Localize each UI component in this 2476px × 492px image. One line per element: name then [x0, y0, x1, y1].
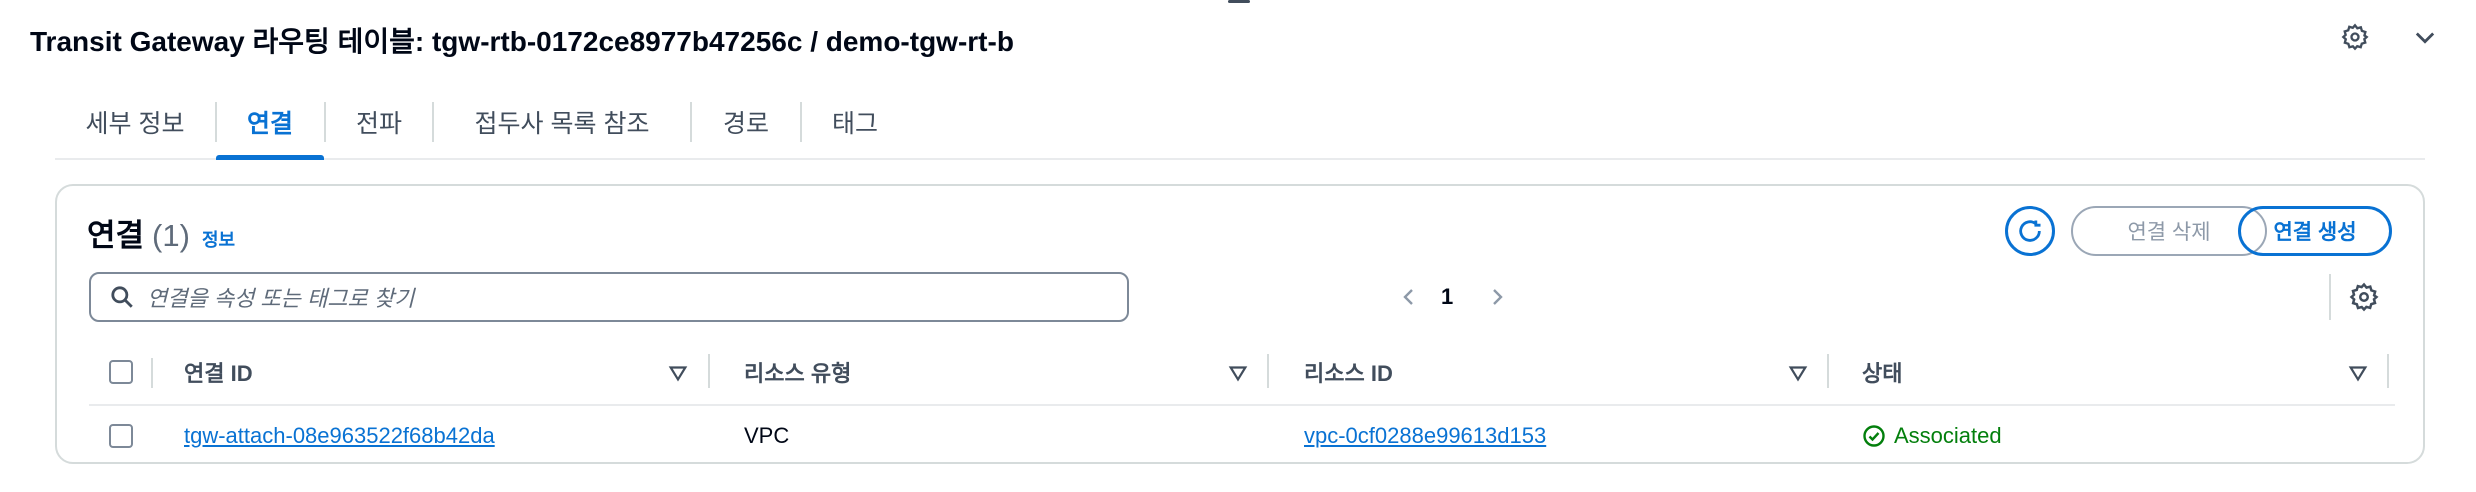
info-link[interactable]: 정보 [202, 230, 235, 250]
sort-icon[interactable] [667, 362, 689, 384]
sort-icon[interactable] [1227, 362, 1249, 384]
column-header-resource-type[interactable]: 리소스 유형 [744, 340, 851, 404]
chevron-right-icon[interactable] [1485, 285, 1509, 309]
table-settings-icon[interactable] [2349, 282, 2379, 312]
table-header: 연결 ID 리소스 유형 리소스 ID 상태 [89, 340, 2395, 406]
search-field[interactable]: 연결을 속성 또는 태그로 찾기 [89, 272, 1129, 322]
refresh-icon [2019, 220, 2041, 242]
create-attachment-button[interactable]: 연결 생성 [2238, 206, 2392, 256]
table-row[interactable]: tgw-attach-08e963522f68b42da VPC vpc-0cf… [89, 406, 2395, 466]
tab-details[interactable]: 세부 정보 [55, 86, 215, 158]
item-count: (1) [152, 218, 190, 253]
status-success-icon [1863, 425, 1885, 447]
search-input[interactable]: 연결을 속성 또는 태그로 찾기 [147, 281, 414, 313]
settings-icon[interactable] [2338, 20, 2372, 54]
tab-tags[interactable]: 태그 [802, 86, 908, 158]
status-cell: Associated [1862, 406, 2002, 466]
tab-bar: 세부 정보 연결 전파 접두사 목록 참조 경로 태그 [55, 86, 2425, 160]
tab-attachments[interactable]: 연결 [216, 86, 324, 160]
tab-propagations[interactable]: 전파 [326, 86, 432, 158]
panel-title-text: 연결 [87, 218, 145, 253]
row-checkbox[interactable] [109, 424, 133, 448]
tab-routes[interactable]: 경로 [692, 86, 800, 158]
column-divider [2387, 354, 2389, 388]
sort-icon[interactable] [1787, 362, 1809, 384]
tab-prefix-list-references[interactable]: 접두사 목록 참조 [434, 86, 690, 158]
panel-title: 연결 (1) 정보 [87, 210, 235, 255]
column-divider [1827, 354, 1829, 388]
attachments-panel: 연결 (1) 정보 연결 삭제 연결 생성 연결을 속성 또는 태그로 찾기 1 연… [55, 184, 2425, 464]
resource-type-cell: VPC [744, 423, 790, 448]
refresh-button[interactable] [2005, 206, 2055, 256]
select-all-checkbox[interactable] [109, 360, 133, 384]
column-divider [708, 354, 710, 388]
column-header-attachment-id[interactable]: 연결 ID [184, 340, 253, 404]
chevron-left-icon[interactable] [1397, 285, 1421, 309]
column-header-resource-id[interactable]: 리소스 ID [1304, 340, 1393, 404]
attachment-id-link[interactable]: tgw-attach-08e963522f68b42da [184, 423, 495, 449]
header: Transit Gateway 라우팅 테이블: tgw-rtb-0172ce8… [30, 0, 2450, 76]
pager-divider [2329, 274, 2331, 320]
search-icon [111, 286, 133, 308]
resource-id-link[interactable]: vpc-0cf0288e99613d153 [1304, 423, 1546, 449]
chevron-down-icon[interactable] [2408, 20, 2442, 54]
page-number[interactable]: 1 [1441, 284, 1453, 310]
column-divider [151, 358, 153, 388]
column-divider [1267, 354, 1269, 388]
sort-icon[interactable] [2347, 362, 2369, 384]
page-title: Transit Gateway 라우팅 테이블: tgw-rtb-0172ce8… [30, 26, 1014, 57]
status-text: Associated [1894, 423, 2002, 448]
column-header-status[interactable]: 상태 [1862, 340, 1902, 404]
